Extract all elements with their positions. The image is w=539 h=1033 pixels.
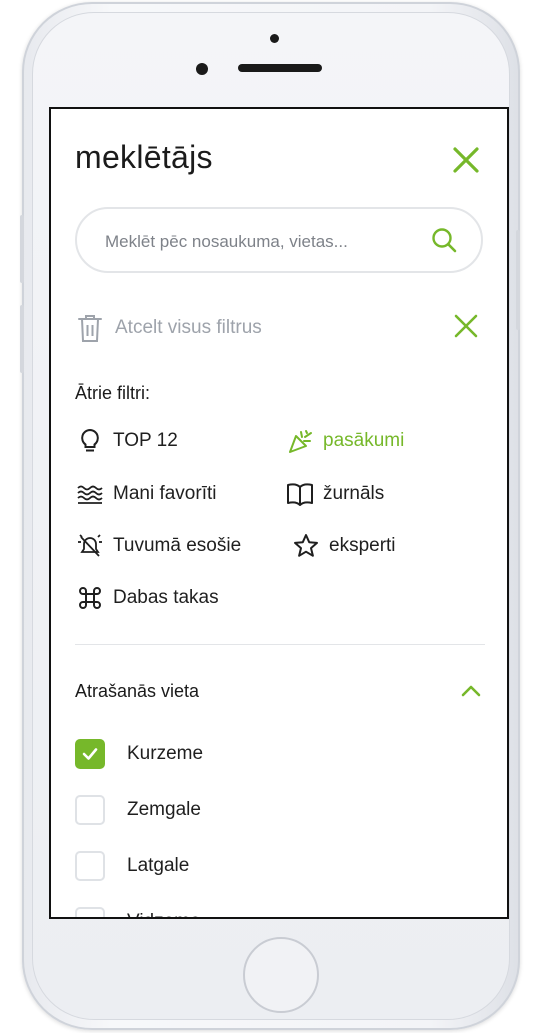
search-input[interactable]	[103, 227, 407, 257]
search-box[interactable]	[75, 207, 483, 273]
side-button	[20, 305, 24, 373]
filter-label: TOP 12	[113, 430, 178, 451]
filter-label: Dabas takas	[113, 587, 219, 608]
front-sensor	[270, 34, 279, 43]
filter-label: eksperti	[329, 535, 396, 556]
front-camera	[196, 63, 208, 75]
command-key-icon	[79, 587, 101, 609]
clear-all-filters[interactable]: Atcelt visus filtrus	[75, 309, 485, 349]
earpiece-speaker	[238, 64, 322, 72]
checkmark-icon	[82, 748, 98, 760]
side-button	[20, 215, 24, 283]
checkbox-label: Latgale	[127, 855, 190, 876]
filter-top-12[interactable]: TOP 12	[77, 426, 178, 456]
location-title: Atrašanās vieta	[75, 681, 200, 701]
filter-nearby[interactable]: Tuvumā esošie	[77, 531, 241, 561]
app-screen: meklētājs Atcelt visus filtrus Ātrie fil…	[49, 107, 509, 919]
filter-label: žurnāls	[323, 483, 385, 504]
waves-icon	[77, 485, 103, 504]
filter-label: pasākumi	[323, 430, 405, 451]
search-icon[interactable]	[430, 226, 458, 254]
quick-filters-title: Ātrie filtri:	[75, 383, 151, 403]
location-option-latgale[interactable]: Latgale	[75, 849, 189, 883]
close-icon[interactable]	[453, 313, 479, 339]
checkbox[interactable]	[75, 795, 105, 825]
filter-events[interactable]: pasākumi	[287, 426, 404, 456]
filter-experts[interactable]: eksperti	[293, 531, 396, 561]
star-icon	[294, 534, 318, 557]
divider	[75, 644, 485, 645]
location-option-zemgale[interactable]: Zemgale	[75, 793, 201, 827]
trash-icon	[78, 315, 102, 342]
filter-magazine[interactable]: žurnāls	[287, 479, 384, 509]
filter-label: Tuvumā esošie	[113, 535, 242, 556]
checkbox[interactable]	[75, 739, 105, 769]
open-book-icon	[287, 483, 313, 506]
filter-label: Mani favorīti	[113, 483, 217, 504]
party-popper-icon	[289, 430, 312, 453]
filter-favorites[interactable]: Mani favorīti	[77, 479, 216, 509]
alarm-bell-icon	[78, 534, 102, 557]
close-icon[interactable]	[451, 145, 481, 175]
clear-filters-label: Atcelt visus filtrus	[115, 317, 262, 338]
lightbulb-icon	[81, 428, 99, 452]
checkbox[interactable]	[75, 907, 105, 917]
location-option-vidzeme[interactable]: Vidzeme	[75, 905, 201, 917]
checkbox-label: Kurzeme	[127, 743, 204, 764]
filter-nature-trails[interactable]: Dabas takas	[77, 583, 219, 613]
home-button[interactable]	[243, 937, 319, 1013]
side-button	[516, 230, 520, 330]
page-title: meklētājs	[75, 139, 213, 175]
chevron-up-icon[interactable]	[459, 679, 483, 703]
location-option-kurzeme[interactable]: Kurzeme	[75, 737, 203, 771]
checkbox-label: Zemgale	[127, 799, 201, 820]
checkbox-label: Vidzeme	[127, 911, 201, 917]
checkbox[interactable]	[75, 851, 105, 881]
